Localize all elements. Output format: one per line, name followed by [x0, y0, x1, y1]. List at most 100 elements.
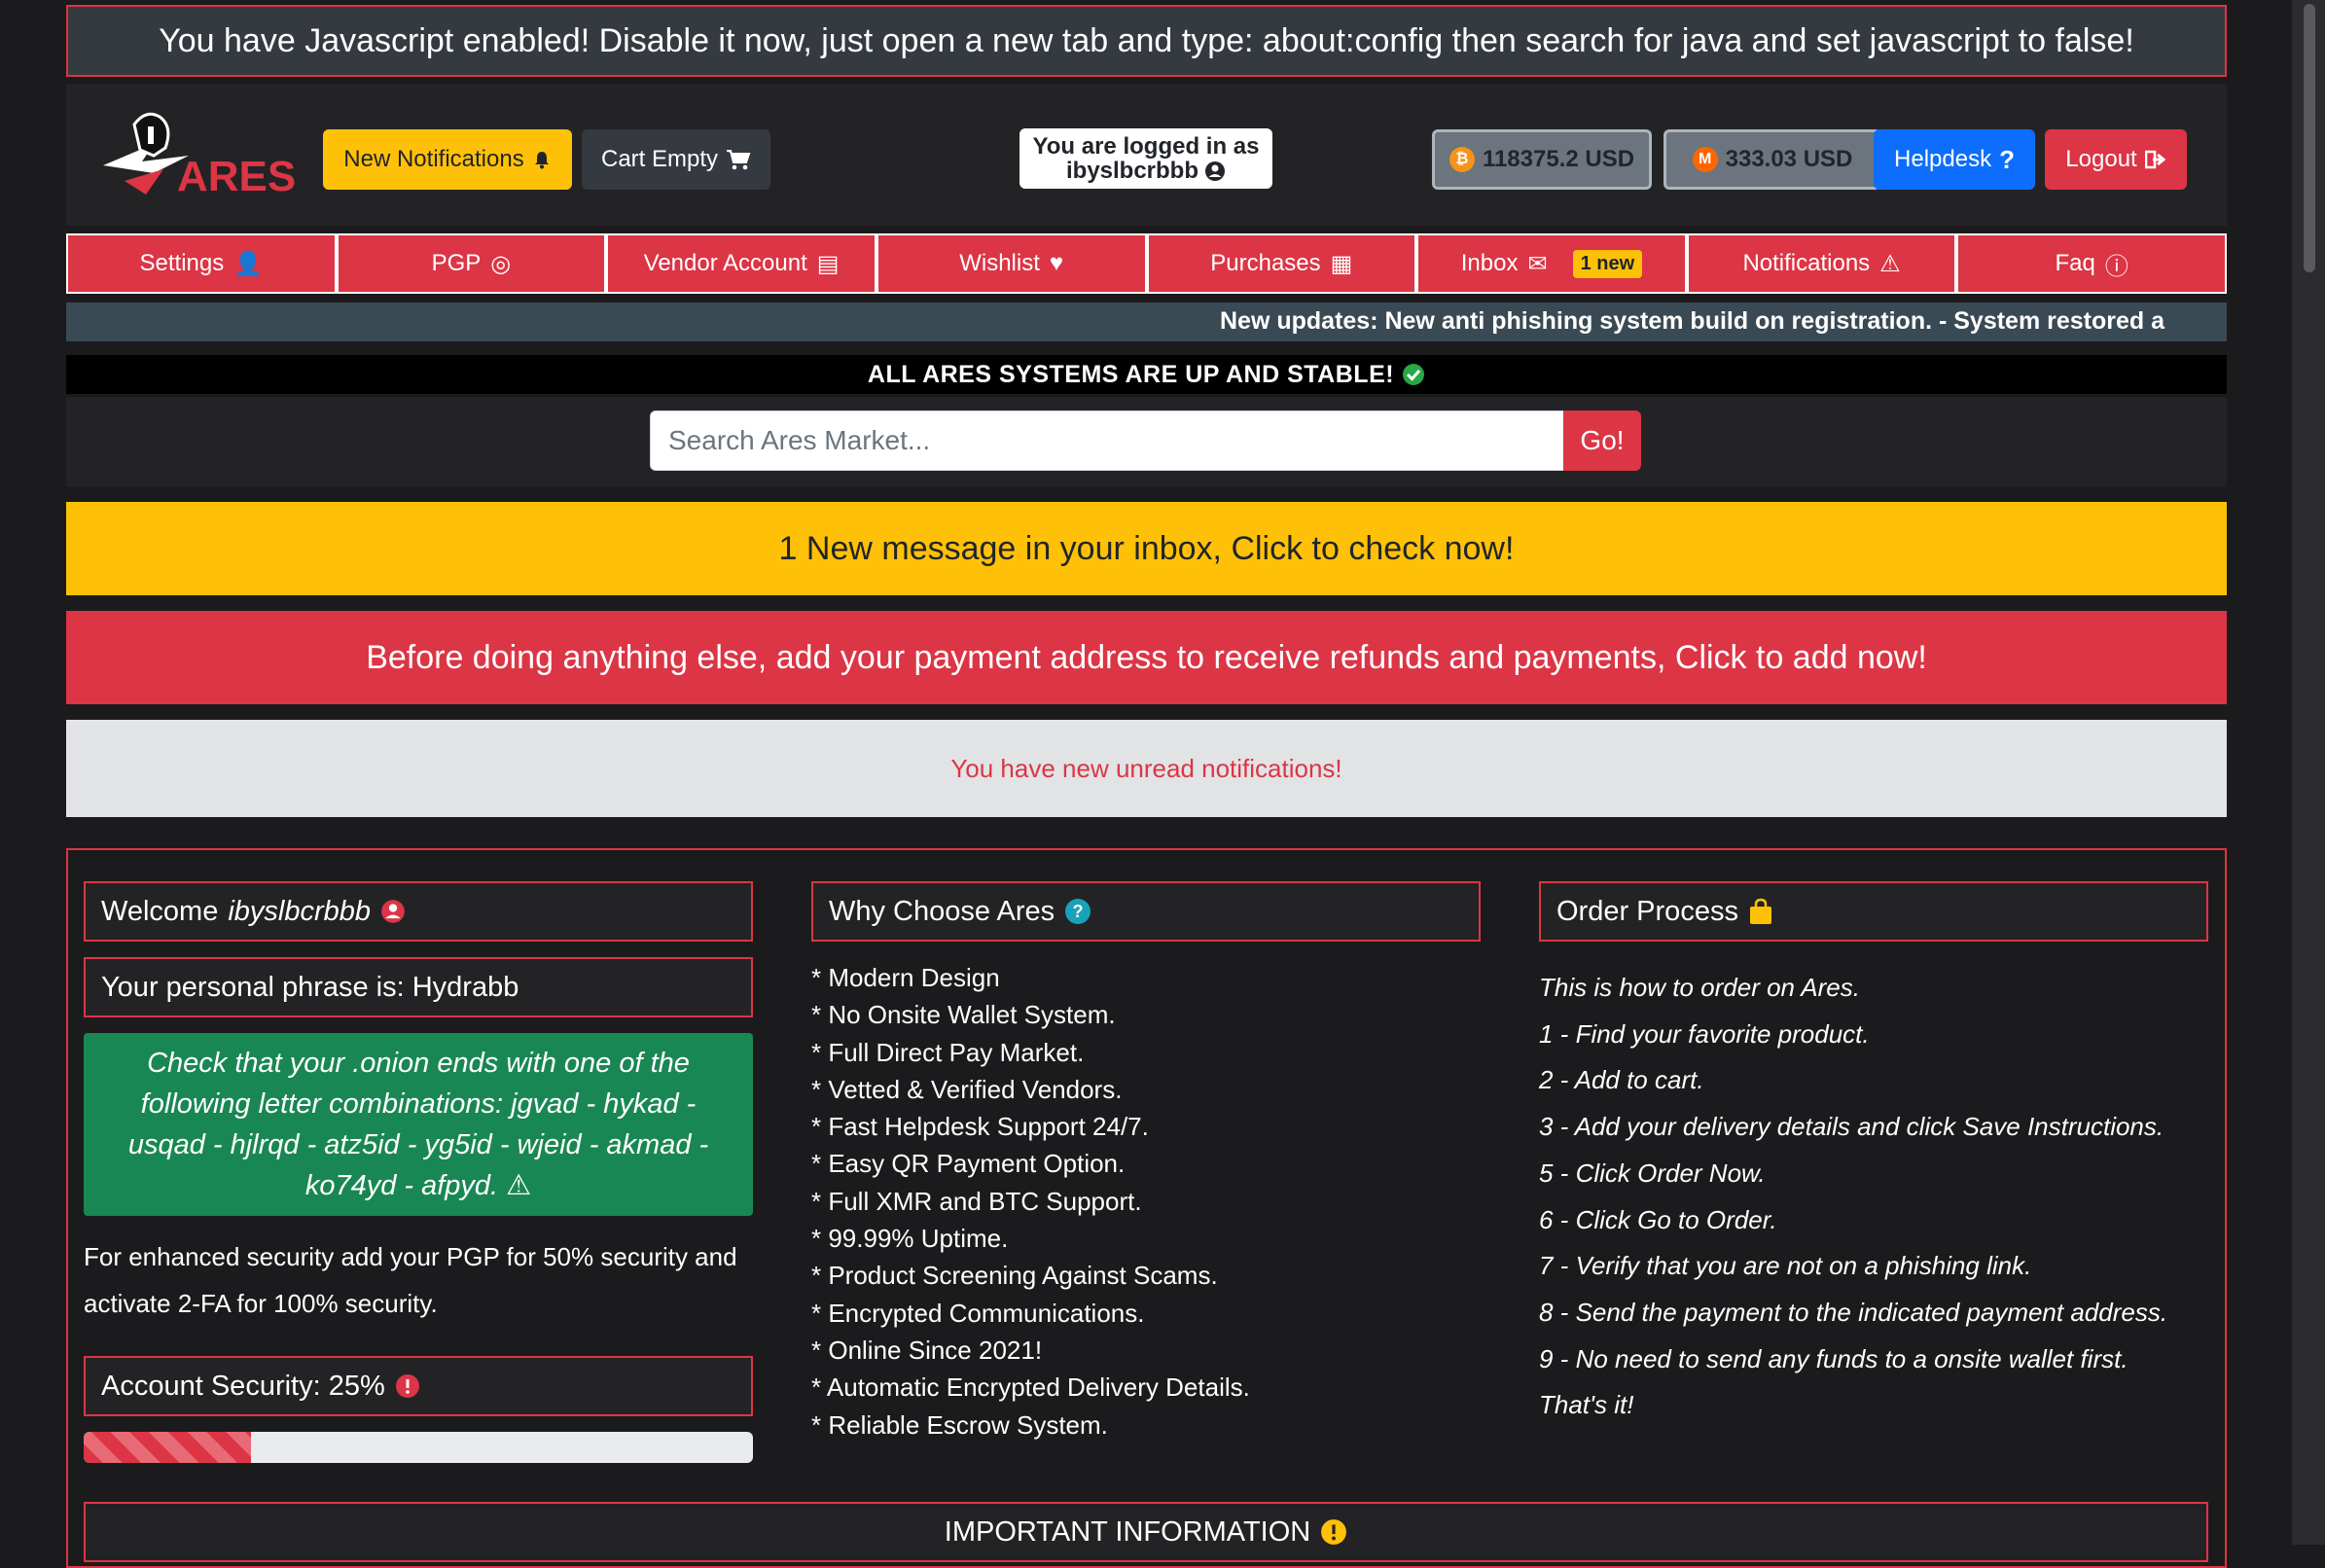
username: ibyslbcrbbb	[1065, 158, 1199, 184]
why-choose-title: Why Choose Ares	[829, 895, 1055, 927]
sign-out-icon	[2144, 150, 2166, 169]
nav-notifications[interactable]: Notifications ⚠	[1686, 233, 1957, 294]
nav-purchases-label: Purchases	[1210, 250, 1321, 276]
welcome-box: Welcome ibyslbcrbbb	[84, 881, 753, 942]
warning-icon: ⚠	[506, 1170, 532, 1201]
helpdesk-label: Helpdesk	[1894, 146, 1992, 172]
why-choose-list: * Modern Design * No Onsite Wallet System…	[811, 959, 1481, 1443]
welcome-username: ibyslbcrbbb	[228, 895, 372, 927]
fingerprint-icon: ◎	[490, 250, 512, 277]
system-status-text: ALL ARES SYSTEMS ARE UP AND STABLE!	[867, 360, 1395, 388]
search-placeholder: Search Ares Market...	[668, 425, 931, 455]
order-step: 1 - Find your favorite product.	[1539, 1018, 1870, 1049]
account-security-box: Account Security: 25%	[84, 1356, 753, 1416]
user-circle-icon	[1204, 160, 1226, 182]
why-choose-item: * Online Since 2021!	[811, 1335, 1043, 1365]
user-circle-icon	[380, 899, 406, 924]
exclamation-circle-icon	[1320, 1518, 1347, 1546]
nav-vendor-account[interactable]: Vendor Account ▤	[606, 233, 876, 294]
why-choose-item: * Modern Design	[811, 963, 1000, 992]
why-choose-item: * Automatic Encrypted Delivery Details.	[811, 1372, 1250, 1403]
onion-check-text: Check that your .onion ends with one of …	[127, 1048, 709, 1201]
exclamation-circle-icon	[395, 1373, 420, 1399]
cart-button[interactable]: Cart Empty	[582, 129, 770, 190]
question-circle-icon: ?	[1064, 898, 1091, 925]
nav-wishlist[interactable]: Wishlist ♥	[876, 233, 1147, 294]
search-go-button[interactable]: Go!	[1563, 410, 1641, 471]
unread-notifications-alert[interactable]: You have new unread notifications!	[66, 720, 2227, 817]
new-message-alert[interactable]: 1 New message in your inbox, Click to ch…	[66, 502, 2227, 595]
order-step: 3 - Add your delivery details and click …	[1539, 1112, 2164, 1142]
svg-text:ARES: ARES	[177, 153, 296, 200]
welcome-prefix: Welcome	[101, 895, 219, 927]
nav-faq[interactable]: Faq ⓘ	[1956, 233, 2227, 294]
ticker-text: New updates: New anti phishing system bu…	[1220, 307, 2165, 335]
helpdesk-button[interactable]: Helpdesk ?	[1874, 129, 2035, 190]
order-process-list: This is how to order on Ares. 1 - Find yo…	[1539, 965, 2220, 1429]
why-choose-item: * Full Direct Pay Market.	[811, 1037, 1085, 1067]
svg-text:?: ?	[1073, 902, 1084, 921]
warning-icon: ⚠	[1879, 250, 1901, 277]
why-choose-item: * 99.99% Uptime.	[811, 1224, 1009, 1254]
why-choose-item: * Fast Helpdesk Support 24/7.	[811, 1112, 1149, 1142]
btc-balance-button[interactable]: ₿ 118375.2 USD	[1432, 129, 1652, 190]
xmr-balance-button[interactable]: M 333.03 USD	[1663, 129, 1881, 190]
nav-pgp[interactable]: PGP ◎	[336, 233, 607, 294]
order-step: This is how to order on Ares.	[1539, 973, 1860, 1002]
search-input[interactable]: Search Ares Market...	[650, 410, 1564, 471]
check-circle-icon	[1402, 363, 1425, 386]
logout-label: Logout	[2065, 146, 2137, 172]
why-choose-item: * Encrypted Communications.	[811, 1298, 1145, 1328]
shopping-bag-icon	[1748, 898, 1773, 925]
why-choose-header: Why Choose Ares ?	[811, 881, 1481, 942]
nav-vendor-account-label: Vendor Account	[643, 250, 807, 276]
heart-icon: ♥	[1049, 250, 1064, 276]
payment-address-alert[interactable]: Before doing anything else, add your pay…	[66, 611, 2227, 704]
inbox-new-badge: 1 new	[1572, 249, 1643, 278]
question-icon: ?	[1999, 144, 2015, 174]
cart-label: Cart Empty	[600, 146, 719, 172]
why-choose-item: * Easy QR Payment Option.	[811, 1149, 1126, 1179]
btc-balance: 118375.2 USD	[1482, 146, 1635, 172]
why-choose-item: * Reliable Escrow System.	[811, 1409, 1108, 1440]
nav-inbox-label: Inbox	[1460, 250, 1519, 276]
important-information-title: IMPORTANT INFORMATION	[944, 1515, 1311, 1548]
nav-purchases[interactable]: Purchases ▦	[1146, 233, 1417, 294]
why-choose-item: * Full XMR and BTC Support.	[811, 1186, 1142, 1216]
main-navigation: Settings 👤 PGP ◎ Vendor Account ▤ Wishlist ♥…	[66, 233, 2227, 294]
user-cog-icon: 👤	[233, 250, 264, 277]
logged-in-indicator: You are logged in as ibyslbcrbbb	[1019, 128, 1272, 189]
bell-icon	[532, 150, 552, 169]
order-step: 9 - No need to send any funds to a onsit…	[1539, 1343, 2128, 1373]
nav-pgp-label: PGP	[431, 250, 482, 276]
xmr-balance: 333.03 USD	[1725, 146, 1853, 172]
security-progress-bar	[84, 1432, 753, 1463]
personal-phrase-box: Your personal phrase is: Hydrabb	[84, 957, 753, 1017]
logged-in-label: You are logged in as	[1032, 133, 1260, 160]
ares-logo[interactable]: ARES	[95, 105, 300, 212]
onion-check-box: Check that your .onion ends with one of …	[84, 1033, 753, 1216]
important-information-header: IMPORTANT INFORMATION	[84, 1502, 2208, 1562]
system-status-banner: ALL ARES SYSTEMS ARE UP AND STABLE!	[66, 355, 2227, 394]
account-security-label: Account Security: 25%	[101, 1370, 385, 1402]
nav-inbox[interactable]: Inbox ✉ 1 new	[1416, 233, 1687, 294]
nav-notifications-label: Notifications	[1742, 250, 1871, 276]
security-progress-fill	[84, 1432, 251, 1463]
logout-button[interactable]: Logout	[2045, 129, 2187, 190]
new-notifications-button[interactable]: New Notifications	[323, 129, 572, 190]
nav-faq-label: Faq	[2055, 250, 2095, 276]
order-step: 2 - Add to cart.	[1539, 1065, 1704, 1095]
nav-settings[interactable]: Settings 👤	[66, 233, 337, 294]
new-notifications-label: New Notifications	[343, 146, 524, 172]
order-process-title: Order Process	[1556, 895, 1738, 927]
security-note: For enhanced security add your PGP for 5…	[84, 1242, 737, 1318]
order-process-header: Order Process	[1539, 881, 2208, 942]
scrollbar-thumb[interactable]	[2304, 4, 2315, 272]
monero-icon: M	[1692, 147, 1718, 172]
order-step: 5 - Click Order Now.	[1539, 1158, 1766, 1188]
bitcoin-icon: ₿	[1449, 147, 1475, 172]
order-step: 7 - Verify that you are not on a phishin…	[1539, 1251, 2032, 1281]
inbox-icon: ✉	[1527, 250, 1548, 277]
nav-settings-label: Settings	[139, 250, 225, 276]
info-icon: ⓘ	[2104, 253, 2128, 280]
